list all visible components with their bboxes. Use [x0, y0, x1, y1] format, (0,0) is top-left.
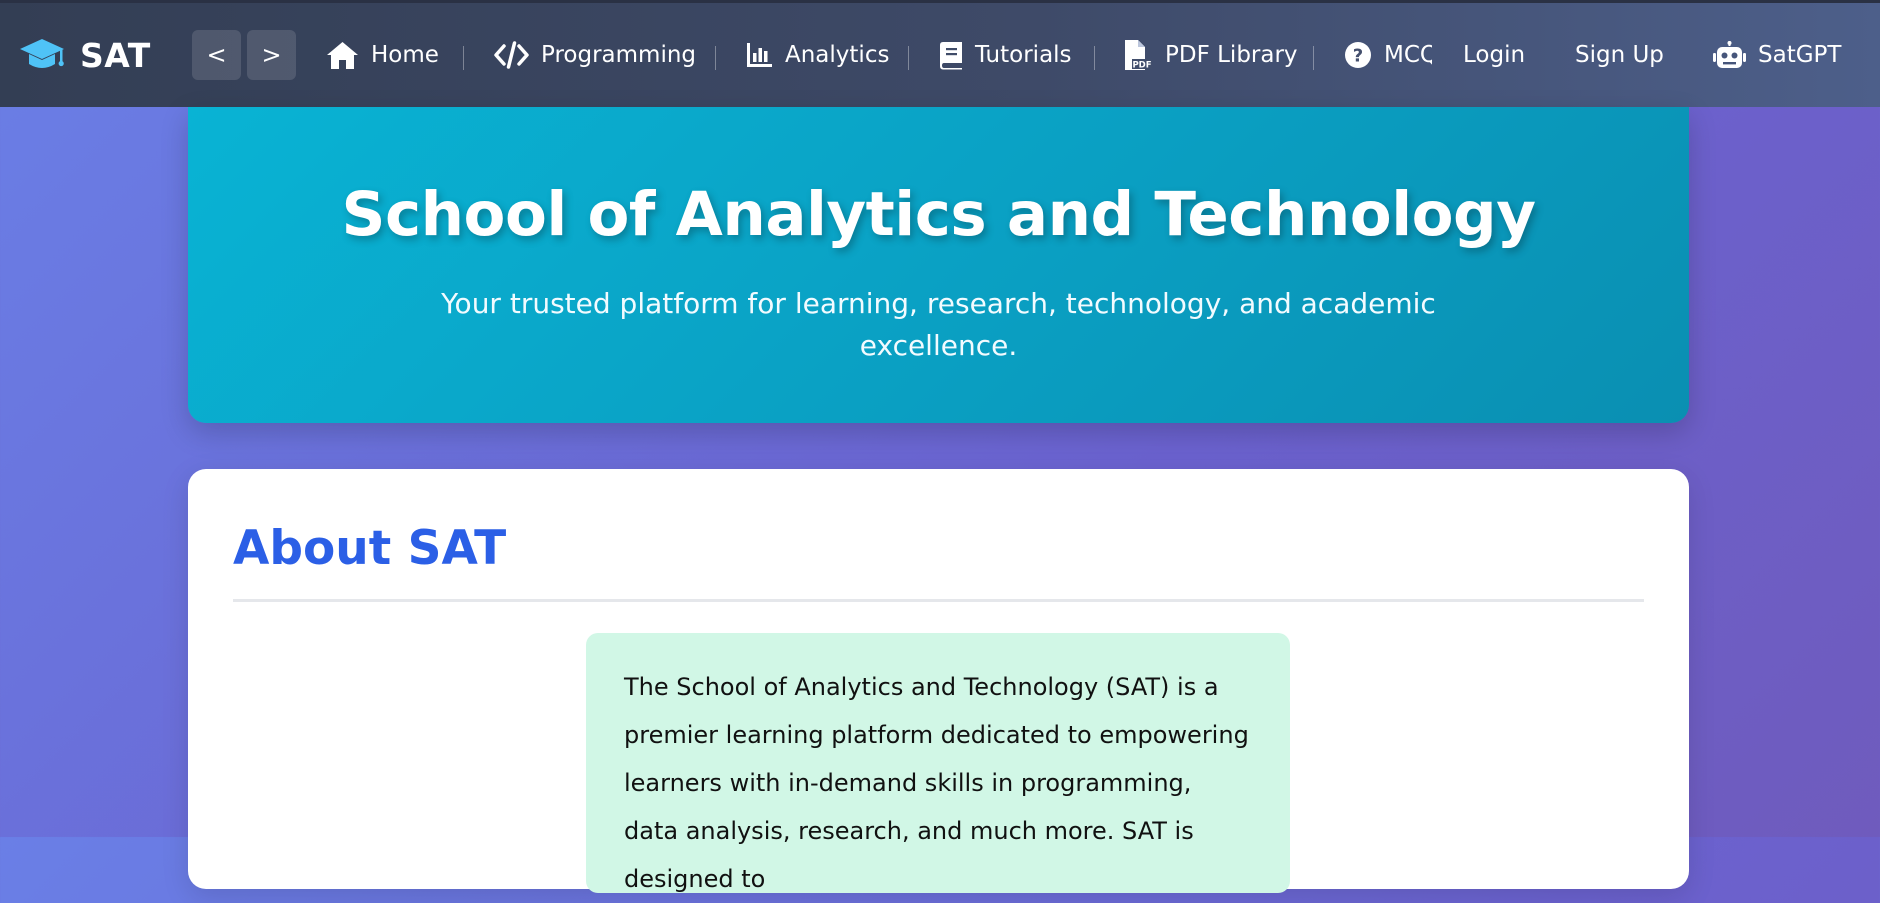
nav-item-label: PDF Library — [1165, 42, 1298, 68]
about-text-box: The School of Analytics and Technology (… — [586, 633, 1290, 893]
hero-subtitle: Your trusted platform for learning, rese… — [441, 287, 1436, 362]
svg-text:?: ? — [1353, 46, 1363, 67]
book-icon — [940, 41, 962, 69]
nav-item-label: Home — [371, 42, 439, 68]
signup-link[interactable]: Sign Up — [1575, 3, 1664, 107]
satgpt-link[interactable]: SatGPT — [1713, 3, 1841, 107]
svg-text:PDF: PDF — [1132, 60, 1151, 70]
nav-item-pdf-library[interactable]: PDF PDF Library — [1123, 3, 1298, 107]
robot-icon — [1713, 40, 1746, 68]
nav-item-tutorials[interactable]: Tutorials — [939, 3, 1072, 107]
pdf-file-icon: PDF — [1125, 40, 1152, 70]
login-label: Login — [1463, 42, 1526, 68]
nav-item-analytics[interactable]: Analytics — [746, 3, 889, 107]
nav-item-programming[interactable]: Programming — [494, 3, 696, 107]
nav-item-mcq[interactable]: ? MCQ — [1344, 3, 1432, 107]
signup-label: Sign Up — [1575, 42, 1664, 68]
section-divider — [233, 599, 1644, 602]
hero-banner: School of Analytics and Technology Your … — [188, 107, 1689, 423]
back-button[interactable]: < — [192, 30, 241, 80]
nav-divider — [1313, 46, 1314, 70]
chart-bar-icon — [747, 43, 772, 67]
nav-divider — [463, 46, 464, 70]
nav-item-label: Programming — [541, 42, 697, 68]
forward-button[interactable]: > — [247, 30, 296, 80]
home-icon — [327, 41, 358, 69]
nav-item-label: Tutorials — [975, 42, 1072, 68]
satgpt-label: SatGPT — [1758, 42, 1842, 68]
top-navbar: SAT < > Home Programming Analytics Tutor… — [0, 0, 1880, 107]
brand-name: SAT — [80, 35, 151, 75]
nav-item-label: MCQ — [1384, 42, 1432, 68]
hero-title: School of Analytics and Technology — [341, 179, 1536, 250]
brand-logo[interactable]: SAT — [18, 3, 151, 107]
nav-divider — [908, 46, 909, 70]
graduation-cap-icon — [20, 39, 64, 68]
nav-item-home[interactable]: Home — [326, 3, 439, 107]
nav-divider — [715, 46, 716, 70]
about-section: About SAT The School of Analytics and Te… — [188, 469, 1689, 893]
section-title: About SAT — [233, 521, 507, 576]
nav-item-label: Analytics — [785, 42, 890, 68]
about-paragraph: The School of Analytics and Technology (… — [624, 673, 1249, 893]
login-link[interactable]: Login — [1463, 3, 1525, 107]
code-icon — [494, 41, 529, 69]
question-circle-icon: ? — [1345, 42, 1371, 68]
nav-divider — [1094, 46, 1095, 70]
